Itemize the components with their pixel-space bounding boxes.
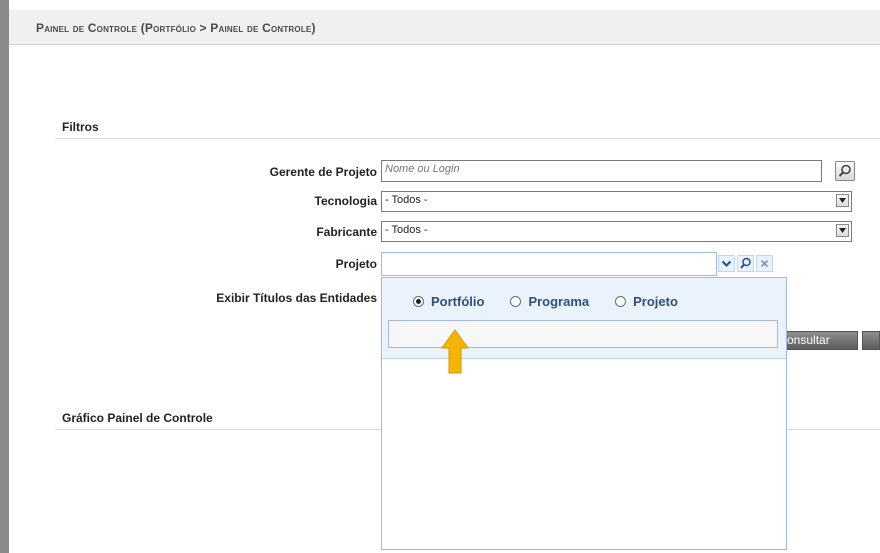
project-label: Projeto xyxy=(335,257,377,271)
radio-label-program: Programa xyxy=(528,294,590,309)
radio-button[interactable] xyxy=(615,296,627,307)
project-search-button[interactable] xyxy=(737,255,754,272)
chevron-down-icon[interactable] xyxy=(836,224,849,237)
technology-select-value: - Todos - xyxy=(385,194,428,206)
filters-divider xyxy=(55,138,880,139)
manufacturer-label: Fabricante xyxy=(316,225,377,239)
filters-section-title: Filtros xyxy=(62,120,99,134)
entity-type-radio-group: Portfólio Programa Projeto xyxy=(413,294,704,309)
manufacturer-select[interactable]: - Todos - xyxy=(381,221,852,242)
radio-label-portfolio: Portfólio xyxy=(431,294,485,309)
radio-button[interactable] xyxy=(510,296,522,307)
chevron-down-icon[interactable] xyxy=(836,194,849,207)
project-dropdown-toggle[interactable] xyxy=(718,255,735,272)
radio-button-checked[interactable] xyxy=(413,296,424,307)
close-icon xyxy=(761,260,768,267)
show-titles-label: Exibir Títulos das Entidades xyxy=(216,291,377,305)
second-action-button[interactable] xyxy=(862,331,880,350)
arrow-up-icon xyxy=(441,329,469,374)
project-field[interactable] xyxy=(381,252,717,276)
chart-section-title: Gráfico Painel de Controle xyxy=(62,411,213,425)
radio-label-project: Projeto xyxy=(633,294,678,309)
manager-search-button[interactable] xyxy=(835,161,855,181)
left-sidebar-strip xyxy=(0,0,9,553)
page-header: Painel de Controle (Portfólio > Painel d… xyxy=(9,10,880,45)
technology-label: Tecnologia xyxy=(314,194,377,208)
radio-option-portfolio[interactable]: Portfólio xyxy=(413,294,484,309)
search-icon xyxy=(838,164,851,177)
project-clear-button[interactable] xyxy=(756,255,773,272)
manager-input[interactable] xyxy=(385,163,818,175)
dropdown-results-list xyxy=(382,359,786,549)
radio-option-program[interactable]: Programa xyxy=(510,294,589,309)
manager-field[interactable] xyxy=(381,160,822,182)
search-icon xyxy=(740,257,751,269)
project-dropdown-panel: Portfólio Programa Projeto xyxy=(381,277,787,550)
manager-label: Gerente de Projeto xyxy=(269,165,377,179)
page-title: Painel de Controle (Portfólio > Painel d… xyxy=(36,21,316,35)
radio-option-project[interactable]: Projeto xyxy=(615,294,678,309)
manufacturer-select-value: - Todos - xyxy=(385,224,428,236)
technology-select[interactable]: - Todos - xyxy=(381,191,852,212)
chevron-down-icon xyxy=(721,260,732,267)
consult-button-label: onsultar xyxy=(787,333,830,347)
